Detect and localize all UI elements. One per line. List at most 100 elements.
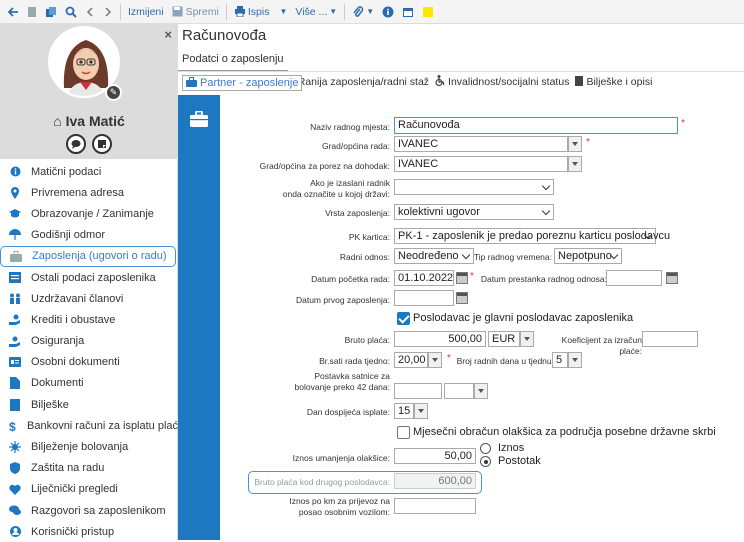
datum-pocetka-input[interactable]: 01.10.2022 bbox=[394, 270, 454, 286]
print-button[interactable]: Ispis bbox=[231, 3, 273, 21]
grad-porez-dropdown[interactable] bbox=[568, 156, 582, 172]
briefcase-icon bbox=[190, 111, 208, 127]
print-dropdown[interactable]: ▼ bbox=[274, 3, 290, 21]
info-circle-icon bbox=[382, 6, 394, 17]
sticky-note-button[interactable] bbox=[419, 3, 437, 21]
sidebar-item[interactable]: Dokumenti bbox=[0, 373, 178, 394]
grad-porez-input[interactable]: IVANEC bbox=[394, 156, 568, 172]
datum-prvog-label: Datum prvog zaposlenja: bbox=[295, 295, 390, 305]
edit-button[interactable]: Izmijeni bbox=[125, 3, 167, 21]
back-arrow-icon[interactable] bbox=[4, 3, 22, 21]
currency-select[interactable]: EUR bbox=[488, 331, 520, 347]
grad-rada-dropdown[interactable] bbox=[568, 136, 582, 152]
sidebar-item[interactable]: Godišnji odmor bbox=[0, 225, 178, 246]
notes-button[interactable] bbox=[92, 134, 112, 154]
more-button[interactable]: Više ... ▼ bbox=[292, 3, 340, 21]
message-button[interactable] bbox=[66, 134, 86, 154]
broj-dana-input[interactable]: 5 bbox=[552, 352, 568, 368]
document-icon[interactable] bbox=[24, 3, 40, 21]
postavka-input[interactable] bbox=[394, 383, 442, 399]
izaslani-label-line2: onda označite u kojoj državi: bbox=[282, 188, 390, 199]
info-button[interactable] bbox=[379, 3, 397, 21]
radni-odnos-label: Radni odnos: bbox=[339, 252, 390, 262]
sidebar-item[interactable]: Zaposlenja (ugovori o radu) bbox=[0, 245, 176, 267]
calendar-icon[interactable] bbox=[456, 292, 468, 304]
br-sati-input[interactable]: 20,00 bbox=[394, 352, 428, 368]
iznos-umanjenja-input[interactable]: 50,00 bbox=[394, 448, 476, 464]
izaslani-label-line1: Ako je izaslani radnik bbox=[310, 178, 390, 188]
umbrella-icon bbox=[9, 229, 21, 241]
iznos-km-input[interactable] bbox=[394, 498, 476, 514]
tab[interactable]: Invalidnost/socijalni status bbox=[435, 75, 569, 89]
sidebar-item[interactable]: Osobni dokumenti bbox=[0, 352, 178, 373]
tip-vremena-select[interactable]: Nepotpuno bbox=[554, 248, 622, 264]
attachment-button[interactable]: ▼ bbox=[349, 3, 377, 21]
broj-dana-dropdown[interactable] bbox=[568, 352, 582, 368]
bruto-input[interactable]: 500,00 bbox=[394, 331, 486, 347]
sidebar-item[interactable]: Razgovori sa zaposlenikom bbox=[0, 500, 178, 521]
calendar-icon[interactable] bbox=[666, 272, 678, 284]
sidebar-item[interactable]: Zaštita na radu bbox=[0, 458, 178, 479]
sidebar-item[interactable]: Osiguranja bbox=[0, 331, 178, 352]
sidebar-item[interactable]: Korisnički pristup bbox=[0, 521, 178, 542]
sidebar-item[interactable]: Matični podaci bbox=[0, 161, 178, 182]
search-icon[interactable] bbox=[62, 3, 80, 21]
tab[interactable]: Bilješke i opisi bbox=[575, 75, 652, 89]
caret-down-icon: ▼ bbox=[279, 7, 288, 16]
radni-odnos-select[interactable]: Neodređeno bbox=[394, 248, 474, 264]
koef-input[interactable] bbox=[642, 331, 698, 347]
datum-prestanka-label: Datum prestanka radnog odnosa: bbox=[480, 274, 607, 284]
dan-dospijeca-dropdown[interactable] bbox=[414, 403, 428, 419]
naziv-input[interactable]: Računovođa bbox=[394, 117, 678, 134]
currency-dropdown[interactable] bbox=[520, 331, 534, 347]
tab[interactable]: Ranija zaposlenja/radni staž bbox=[283, 75, 429, 89]
postavka-unit-input[interactable] bbox=[444, 383, 474, 399]
sidebar-item[interactable]: Bilješke bbox=[0, 394, 178, 415]
sidebar-item[interactable]: Privremena adresa bbox=[0, 182, 178, 203]
sidebar-item[interactable]: Bilježenje bolovanja bbox=[0, 436, 178, 457]
sidebar-item-label: Zaštita na radu bbox=[31, 462, 105, 475]
datum-prvog-input[interactable] bbox=[394, 290, 454, 306]
insurance-icon bbox=[9, 335, 21, 347]
dan-dospijeca-input[interactable]: 15 bbox=[394, 403, 414, 419]
save-button[interactable]: Spremi bbox=[169, 3, 222, 21]
note-icon bbox=[575, 75, 584, 89]
tip-vremena-value: Nepotpuno bbox=[558, 250, 612, 262]
close-icon[interactable]: × bbox=[164, 27, 172, 42]
grad-rada-label: Grad/općina rada: bbox=[321, 141, 390, 151]
sidebar-item[interactable]: Liječnički pregledi bbox=[0, 479, 178, 500]
datum-prestanka-input[interactable] bbox=[606, 270, 662, 286]
subtab-employment-data[interactable]: Podatci o zaposlenju bbox=[178, 53, 288, 71]
vrsta-select[interactable]: kolektivni ugovor bbox=[394, 204, 554, 220]
grad-rada-input[interactable]: IVANEC bbox=[394, 136, 568, 152]
calendar-button[interactable] bbox=[399, 3, 417, 21]
caret-down-icon: ▼ bbox=[329, 7, 338, 16]
copy-icon[interactable] bbox=[42, 3, 60, 21]
glavni-poslodavac-label: Poslodavac je glavni poslodavac zaposlen… bbox=[413, 312, 634, 324]
chevron-right-icon[interactable] bbox=[100, 3, 116, 21]
edit-avatar-icon[interactable]: ✎ bbox=[105, 84, 122, 101]
chevron-left-icon[interactable] bbox=[82, 3, 98, 21]
id-card-icon bbox=[9, 356, 21, 368]
briefcase-icon bbox=[186, 76, 197, 90]
glavni-poslodavac-checkbox[interactable] bbox=[397, 312, 410, 325]
sidebar-item[interactable]: Obrazovanje / Zanimanje bbox=[0, 203, 178, 224]
sidebar-item-label: Uzdržavani članovi bbox=[31, 292, 124, 305]
mjesecni-checkbox[interactable] bbox=[397, 426, 410, 439]
radio-postotak[interactable] bbox=[480, 456, 491, 467]
postavka-dropdown[interactable] bbox=[474, 383, 488, 399]
tab[interactable]: Partner - zaposlenje bbox=[182, 75, 303, 91]
sidebar-item-label: Liječnički pregledi bbox=[31, 483, 118, 496]
calendar-icon[interactable] bbox=[456, 272, 468, 284]
pk-select[interactable]: PK-1 - zaposlenik je predao poreznu kart… bbox=[394, 228, 670, 244]
radio-iznos[interactable] bbox=[480, 443, 491, 454]
br-sati-dropdown[interactable] bbox=[428, 352, 442, 368]
sidebar-item[interactable]: Krediti i obustave bbox=[0, 309, 178, 330]
wheelchair-icon bbox=[435, 75, 445, 89]
sidebar-item-label: Bilježenje bolovanja bbox=[31, 441, 129, 454]
sidebar-item[interactable]: Uzdržavani članovi bbox=[0, 288, 178, 309]
toolbar: Izmijeni Spremi Ispis ▼ Više ... ▼ ▼ bbox=[0, 0, 744, 24]
sidebar-item[interactable]: $ Bankovni računi za isplatu plaće bbox=[0, 415, 184, 436]
sidebar-item[interactable]: Ostali podaci zaposlenika bbox=[0, 267, 178, 288]
izaslani-select[interactable] bbox=[394, 179, 554, 195]
